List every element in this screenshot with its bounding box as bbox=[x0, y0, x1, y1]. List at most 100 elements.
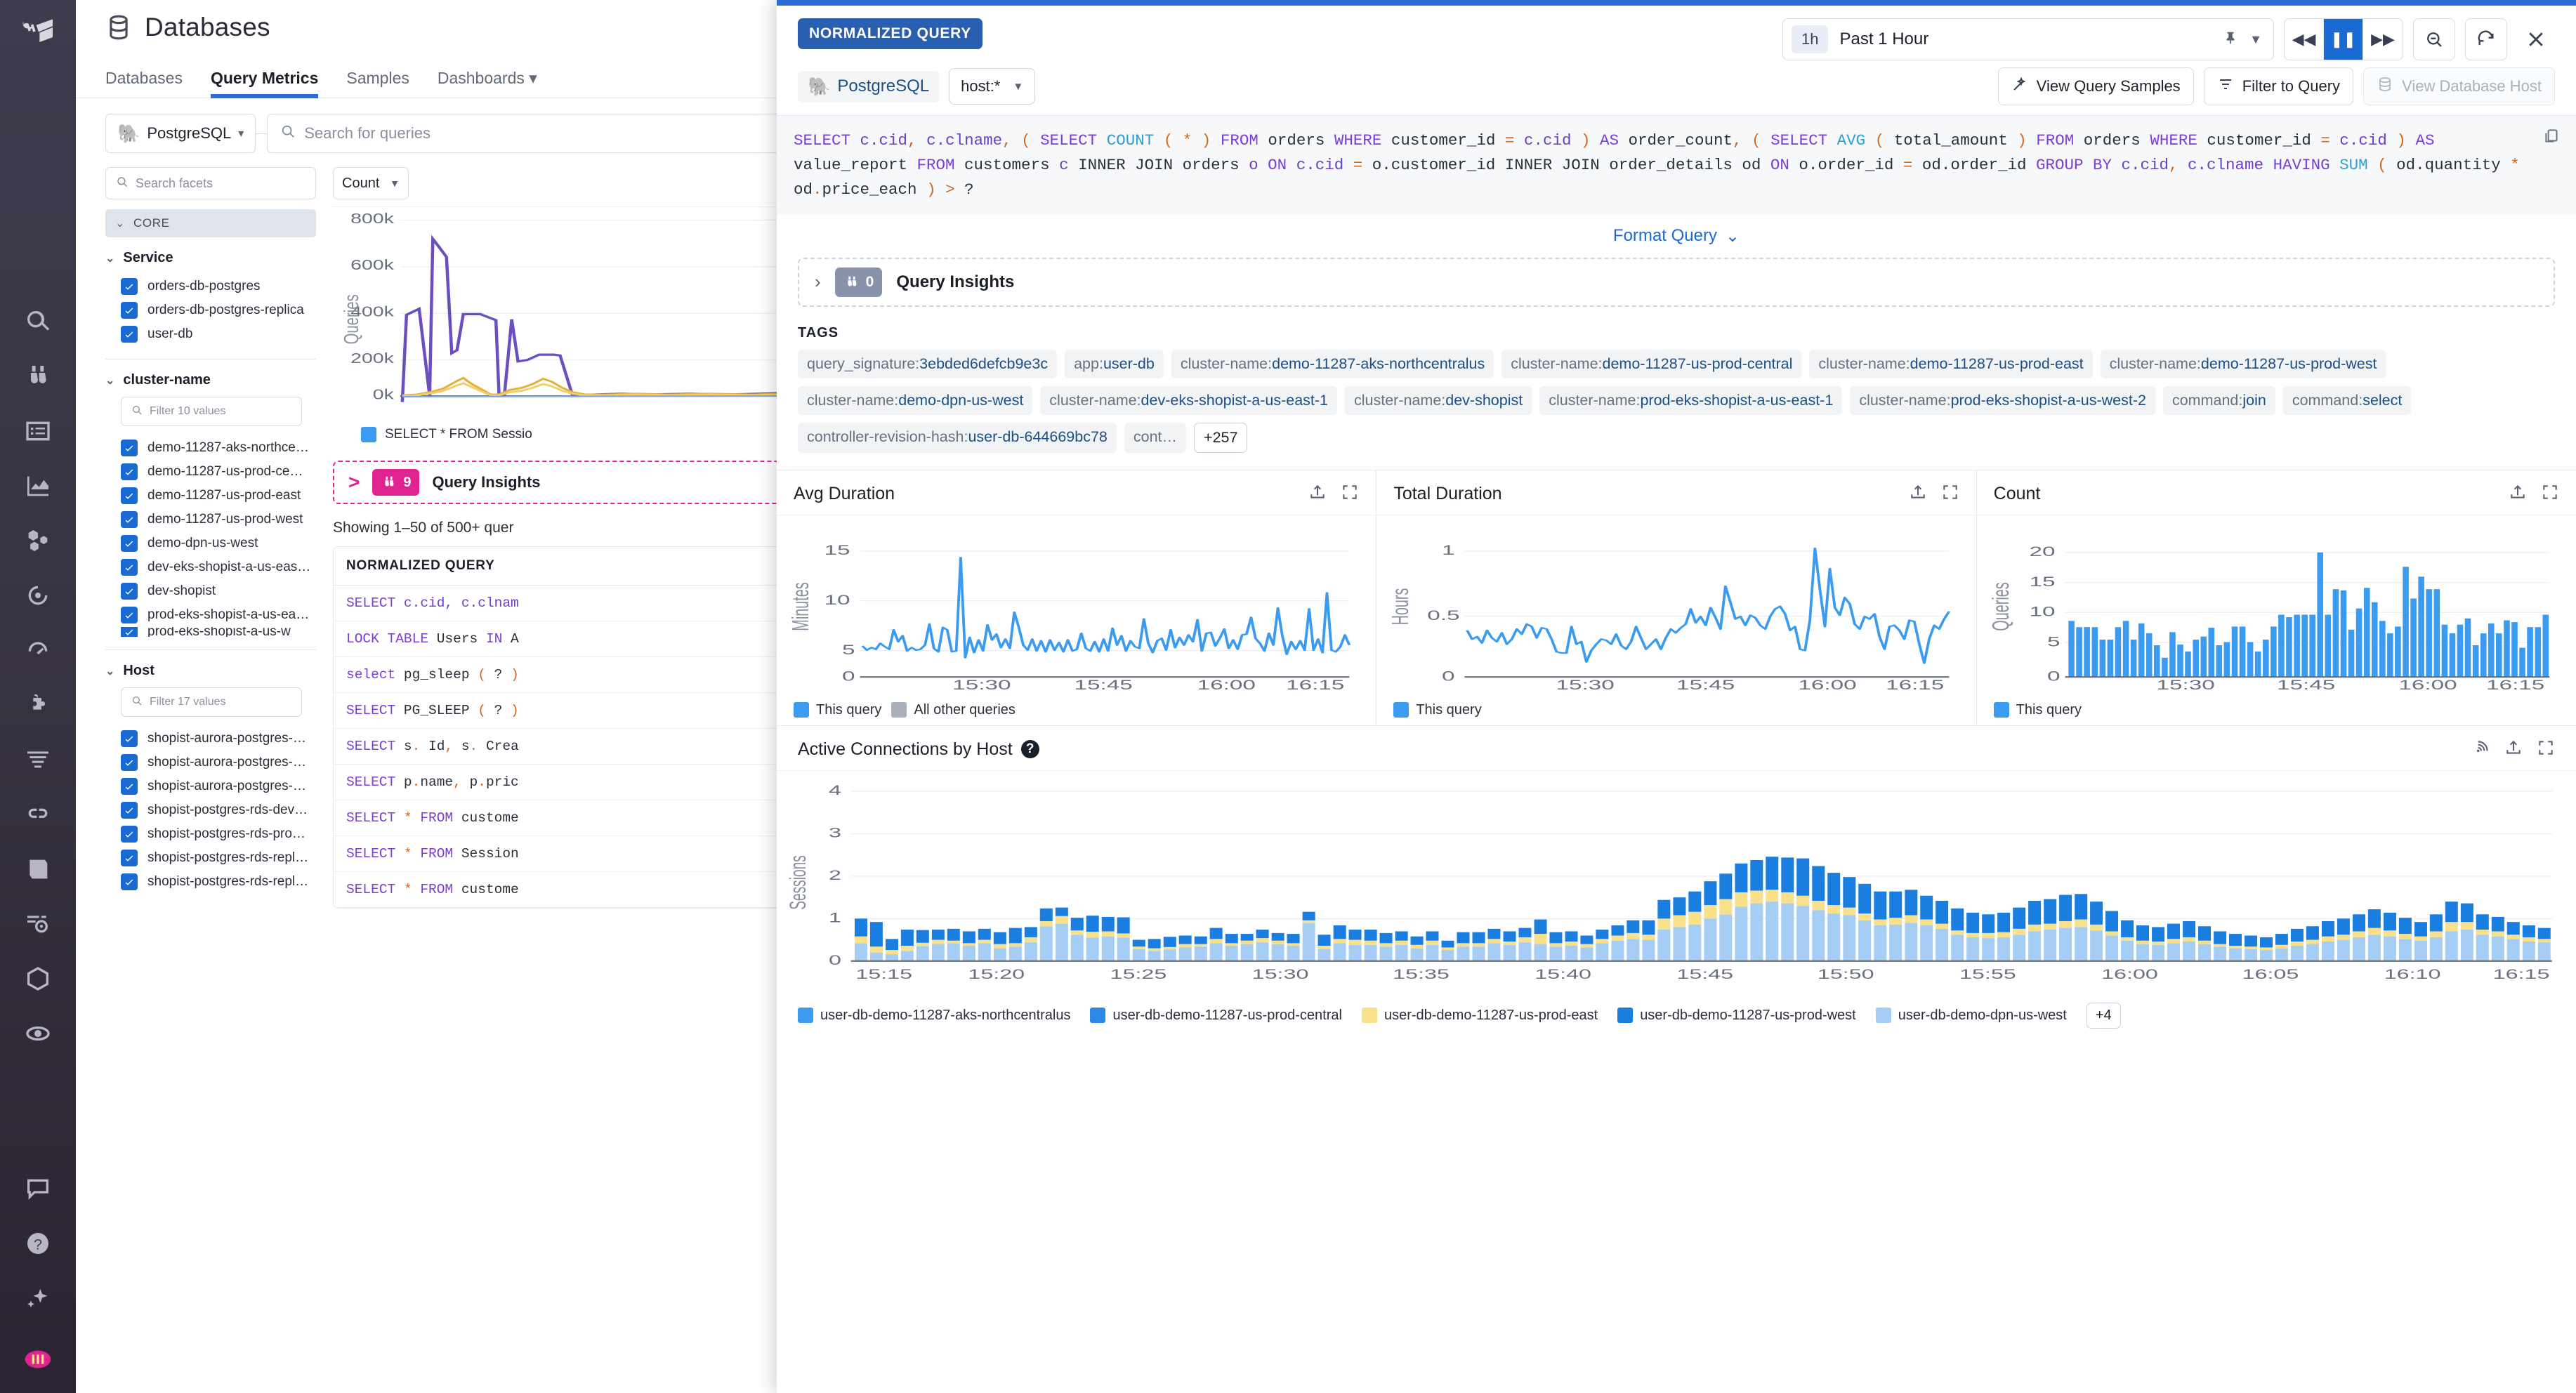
tags-more-button[interactable]: +257 bbox=[1194, 422, 1248, 453]
checkbox-checked-icon[interactable] bbox=[121, 826, 138, 843]
checkbox-checked-icon[interactable] bbox=[121, 511, 138, 528]
view-query-samples-button[interactable]: View Query Samples bbox=[1997, 67, 2194, 105]
facet-group-cluster-name[interactable]: ⌄ cluster-name bbox=[105, 372, 316, 388]
tab-samples[interactable]: Samples bbox=[346, 69, 409, 98]
facet-item[interactable]: dev-eks-shopist-a-us-eas… bbox=[105, 555, 316, 579]
area-chart-icon[interactable] bbox=[0, 458, 76, 513]
facet-group-host[interactable]: ⌄ Host bbox=[105, 663, 316, 679]
tag[interactable]: cluster-name:demo-dpn-us-west bbox=[798, 385, 1033, 415]
checkbox-checked-icon[interactable] bbox=[121, 873, 138, 890]
apm-icon[interactable] bbox=[0, 568, 76, 623]
step-forward-icon[interactable]: ▶▶ bbox=[2363, 19, 2403, 60]
chat-icon[interactable] bbox=[0, 1161, 76, 1216]
checkbox-checked-icon[interactable] bbox=[121, 535, 138, 552]
export-icon[interactable] bbox=[1909, 483, 1927, 505]
legend-item[interactable]: user-db-demo-11287-us-prod-east bbox=[1361, 1008, 1598, 1024]
legend-item[interactable]: user-db-demo-11287-aks-northcentralus bbox=[798, 1008, 1070, 1024]
hexagons-icon[interactable] bbox=[0, 513, 76, 568]
engine-select[interactable]: 🐘 PostgreSQL ▾ bbox=[105, 114, 256, 153]
export-icon[interactable] bbox=[2504, 739, 2523, 760]
expand-icon[interactable] bbox=[2537, 739, 2555, 760]
tab-databases[interactable]: Databases bbox=[105, 69, 183, 98]
legend-item[interactable]: user-db-demo-dpn-us-west bbox=[1875, 1008, 2067, 1024]
checkbox-checked-icon[interactable] bbox=[121, 627, 138, 637]
legend-item[interactable]: This query bbox=[1393, 702, 1482, 718]
tag[interactable]: cluster-name:demo-11287-us-prod-east bbox=[1809, 349, 2093, 378]
help-icon[interactable]: ? bbox=[1020, 740, 1039, 759]
checkbox-checked-icon[interactable] bbox=[121, 802, 138, 819]
search-icon[interactable] bbox=[0, 294, 76, 349]
time-range-picker[interactable]: 1h Past 1 Hour ▼ bbox=[1782, 18, 2274, 60]
checkbox-checked-icon[interactable] bbox=[121, 730, 138, 747]
panel-query-insights[interactable]: › 0 Query Insights bbox=[798, 257, 2555, 307]
table-row[interactable]: SELECT s. Id, s. Crea bbox=[334, 729, 784, 765]
checkbox-checked-icon[interactable] bbox=[121, 850, 138, 866]
tag[interactable]: cont… bbox=[1124, 422, 1187, 453]
chevron-right-icon[interactable]: > bbox=[348, 471, 360, 494]
checkbox-checked-icon[interactable] bbox=[121, 559, 138, 576]
facet-item[interactable]: shopist-aurora-postgres-… bbox=[105, 774, 316, 798]
filter-to-query-button[interactable]: Filter to Query bbox=[2203, 67, 2354, 105]
table-row[interactable]: select pg_sleep ( ? ) bbox=[334, 657, 784, 693]
expand-icon[interactable] bbox=[1341, 483, 1359, 505]
link-icon[interactable] bbox=[0, 787, 76, 842]
tab-dashboards[interactable]: Dashboards ▾ bbox=[438, 69, 537, 98]
tag[interactable]: cluster-name:dev-shopist bbox=[1345, 385, 1532, 415]
gauge-icon[interactable] bbox=[0, 623, 76, 678]
notebook-icon[interactable] bbox=[0, 842, 76, 897]
pause-icon[interactable]: ❚❚ bbox=[2324, 19, 2363, 60]
facet-item[interactable]: demo-11287-us-prod-east bbox=[105, 484, 316, 508]
facet-item[interactable]: demo-11287-aks-northce… bbox=[105, 436, 316, 460]
checkbox-checked-icon[interactable] bbox=[121, 487, 138, 504]
tag[interactable]: cluster-name:demo-11287-us-prod-west bbox=[2100, 349, 2386, 378]
facet-item[interactable]: prod-eks-shopist-a-us-w bbox=[105, 627, 316, 637]
tag[interactable]: command:join bbox=[2162, 385, 2275, 415]
tag[interactable]: cluster-name:dev-eks-shopist-a-us-east-1 bbox=[1040, 385, 1338, 415]
expand-icon[interactable] bbox=[2541, 483, 2559, 505]
tag[interactable]: query_signature:3ebded6defcb9e3c bbox=[798, 349, 1058, 378]
export-icon[interactable] bbox=[2509, 483, 2527, 505]
tag[interactable]: controller-revision-hash:user-db-644669b… bbox=[798, 422, 1117, 453]
tag[interactable]: cluster-name:demo-11287-us-prod-central bbox=[1501, 349, 1802, 378]
cube-icon[interactable] bbox=[0, 951, 76, 1006]
sparkle-icon[interactable] bbox=[0, 1271, 76, 1326]
facet-group-service[interactable]: ⌄ Service bbox=[105, 250, 316, 266]
checkbox-checked-icon[interactable] bbox=[121, 583, 138, 600]
facet-item[interactable]: orders-db-postgres-replica bbox=[105, 298, 316, 322]
legend-item[interactable]: user-db-demo-11287-us-prod-central bbox=[1090, 1008, 1342, 1024]
facet-item[interactable]: shopist-aurora-postgres-… bbox=[105, 751, 316, 774]
tag[interactable]: cluster-name:prod-eks-shopist-a-us-east-… bbox=[1539, 385, 1843, 415]
facet-item[interactable]: demo-11287-us-prod-west bbox=[105, 508, 316, 532]
format-query-button[interactable]: Format Query ⌄ bbox=[1613, 226, 1740, 246]
table-row[interactable]: SELECT * FROM custome bbox=[334, 872, 784, 908]
table-row[interactable]: SELECT * FROM Session bbox=[334, 836, 784, 872]
network-icon[interactable] bbox=[0, 1006, 76, 1061]
sql-query-block[interactable]: SELECT c.cid, c.clname, ( SELECT COUNT (… bbox=[777, 116, 2576, 215]
query-insights-banner[interactable]: > 9 Query Insights bbox=[333, 461, 785, 504]
legend-item[interactable]: user-db-demo-11287-us-prod-west bbox=[1617, 1008, 1856, 1024]
legend-more-button[interactable]: +4 bbox=[2086, 1002, 2121, 1029]
facet-filter-input-cluster[interactable]: Filter 10 values bbox=[121, 397, 302, 426]
facet-item[interactable]: orders-db-postgres bbox=[105, 275, 316, 298]
host-select[interactable]: host:* ▼ bbox=[949, 68, 1036, 105]
datadog-logo-icon[interactable] bbox=[18, 13, 58, 55]
facet-item[interactable]: shopist-postgres-rds-repl… bbox=[105, 870, 316, 894]
facet-filter-input-host[interactable]: Filter 17 values bbox=[121, 687, 302, 717]
search-facets-input[interactable]: Search facets bbox=[105, 167, 316, 199]
legend-item[interactable]: All other queries bbox=[891, 702, 1016, 718]
copy-icon[interactable] bbox=[2542, 127, 2561, 154]
export-icon[interactable] bbox=[1308, 483, 1327, 505]
legend-item[interactable]: This query bbox=[1993, 702, 2082, 718]
list-icon[interactable] bbox=[0, 404, 76, 458]
zoom-out-button[interactable] bbox=[2413, 18, 2455, 60]
table-row[interactable]: SELECT c.cid, c.clnam bbox=[334, 586, 784, 621]
checkbox-checked-icon[interactable] bbox=[121, 778, 138, 795]
chevron-right-icon[interactable]: › bbox=[815, 271, 821, 293]
user-avatar[interactable] bbox=[0, 1326, 76, 1393]
tag[interactable]: cluster-name:demo-11287-aks-northcentral… bbox=[1171, 349, 1494, 378]
facet-item[interactable]: demo-11287-us-prod-ce… bbox=[105, 460, 316, 484]
metric-select[interactable]: Count ▼ bbox=[333, 167, 409, 199]
facet-core-header[interactable]: ⌄ CORE bbox=[105, 209, 316, 237]
help-icon[interactable]: ? bbox=[0, 1216, 76, 1271]
facet-item[interactable]: shopist-postgres-rds-dev… bbox=[105, 798, 316, 822]
